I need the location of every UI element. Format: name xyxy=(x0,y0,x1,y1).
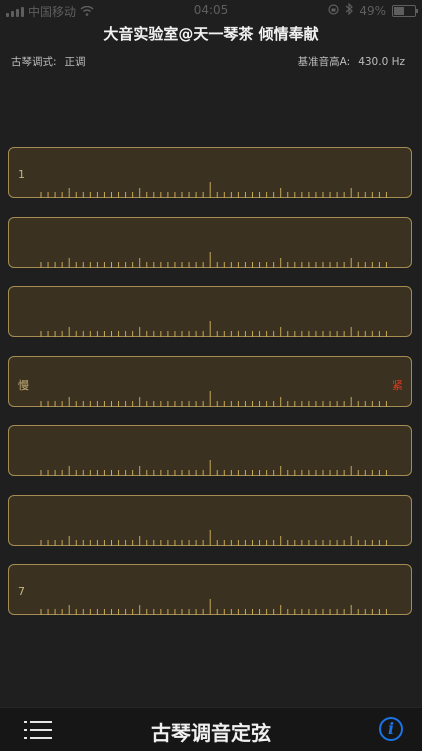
tuning-mode-value: 正调 xyxy=(64,56,86,68)
status-bar: 中国移动 04:05 49% xyxy=(0,0,422,22)
tick-scale xyxy=(40,391,387,407)
string-meter-7[interactable]: 7 xyxy=(8,564,412,615)
tick-scale xyxy=(40,599,387,615)
tick-scale xyxy=(40,252,387,268)
reference-pitch-value: 430.0 Hz xyxy=(358,56,405,68)
string-meter-2[interactable] xyxy=(8,217,412,268)
string-meter-4[interactable]: 慢 紧 xyxy=(8,356,412,407)
battery-icon xyxy=(392,4,418,17)
string-meter-3[interactable] xyxy=(8,286,412,337)
info-row: 古琴调式: 正调 基准音高A: 430.0 Hz xyxy=(0,54,422,70)
tick-scale xyxy=(40,530,387,546)
tick-scale xyxy=(40,460,387,476)
string-meter-6[interactable] xyxy=(8,495,412,546)
orientation-lock-icon xyxy=(328,3,339,18)
bluetooth-icon xyxy=(345,2,354,18)
battery-percent: 49% xyxy=(359,3,386,18)
string-meter-5[interactable] xyxy=(8,425,412,476)
info-icon[interactable]: i xyxy=(379,717,403,741)
reference-pitch[interactable]: 基准音高A: 430.0 Hz xyxy=(298,54,405,69)
bottom-toolbar: 古琴调音定弦 i xyxy=(0,707,422,751)
tuning-mode-label: 古琴调式: xyxy=(11,56,57,68)
tick-scale xyxy=(40,321,387,337)
page-title: 大音实验室@天一琴茶 倾情奉献 xyxy=(103,25,319,43)
tuning-mode[interactable]: 古琴调式: 正调 xyxy=(11,54,94,69)
reference-pitch-label: 基准音高A: xyxy=(297,56,351,68)
string-meter-1[interactable]: 1 xyxy=(8,147,412,198)
tick-scale xyxy=(40,182,387,198)
app-title: 古琴调音定弦 xyxy=(151,721,271,745)
